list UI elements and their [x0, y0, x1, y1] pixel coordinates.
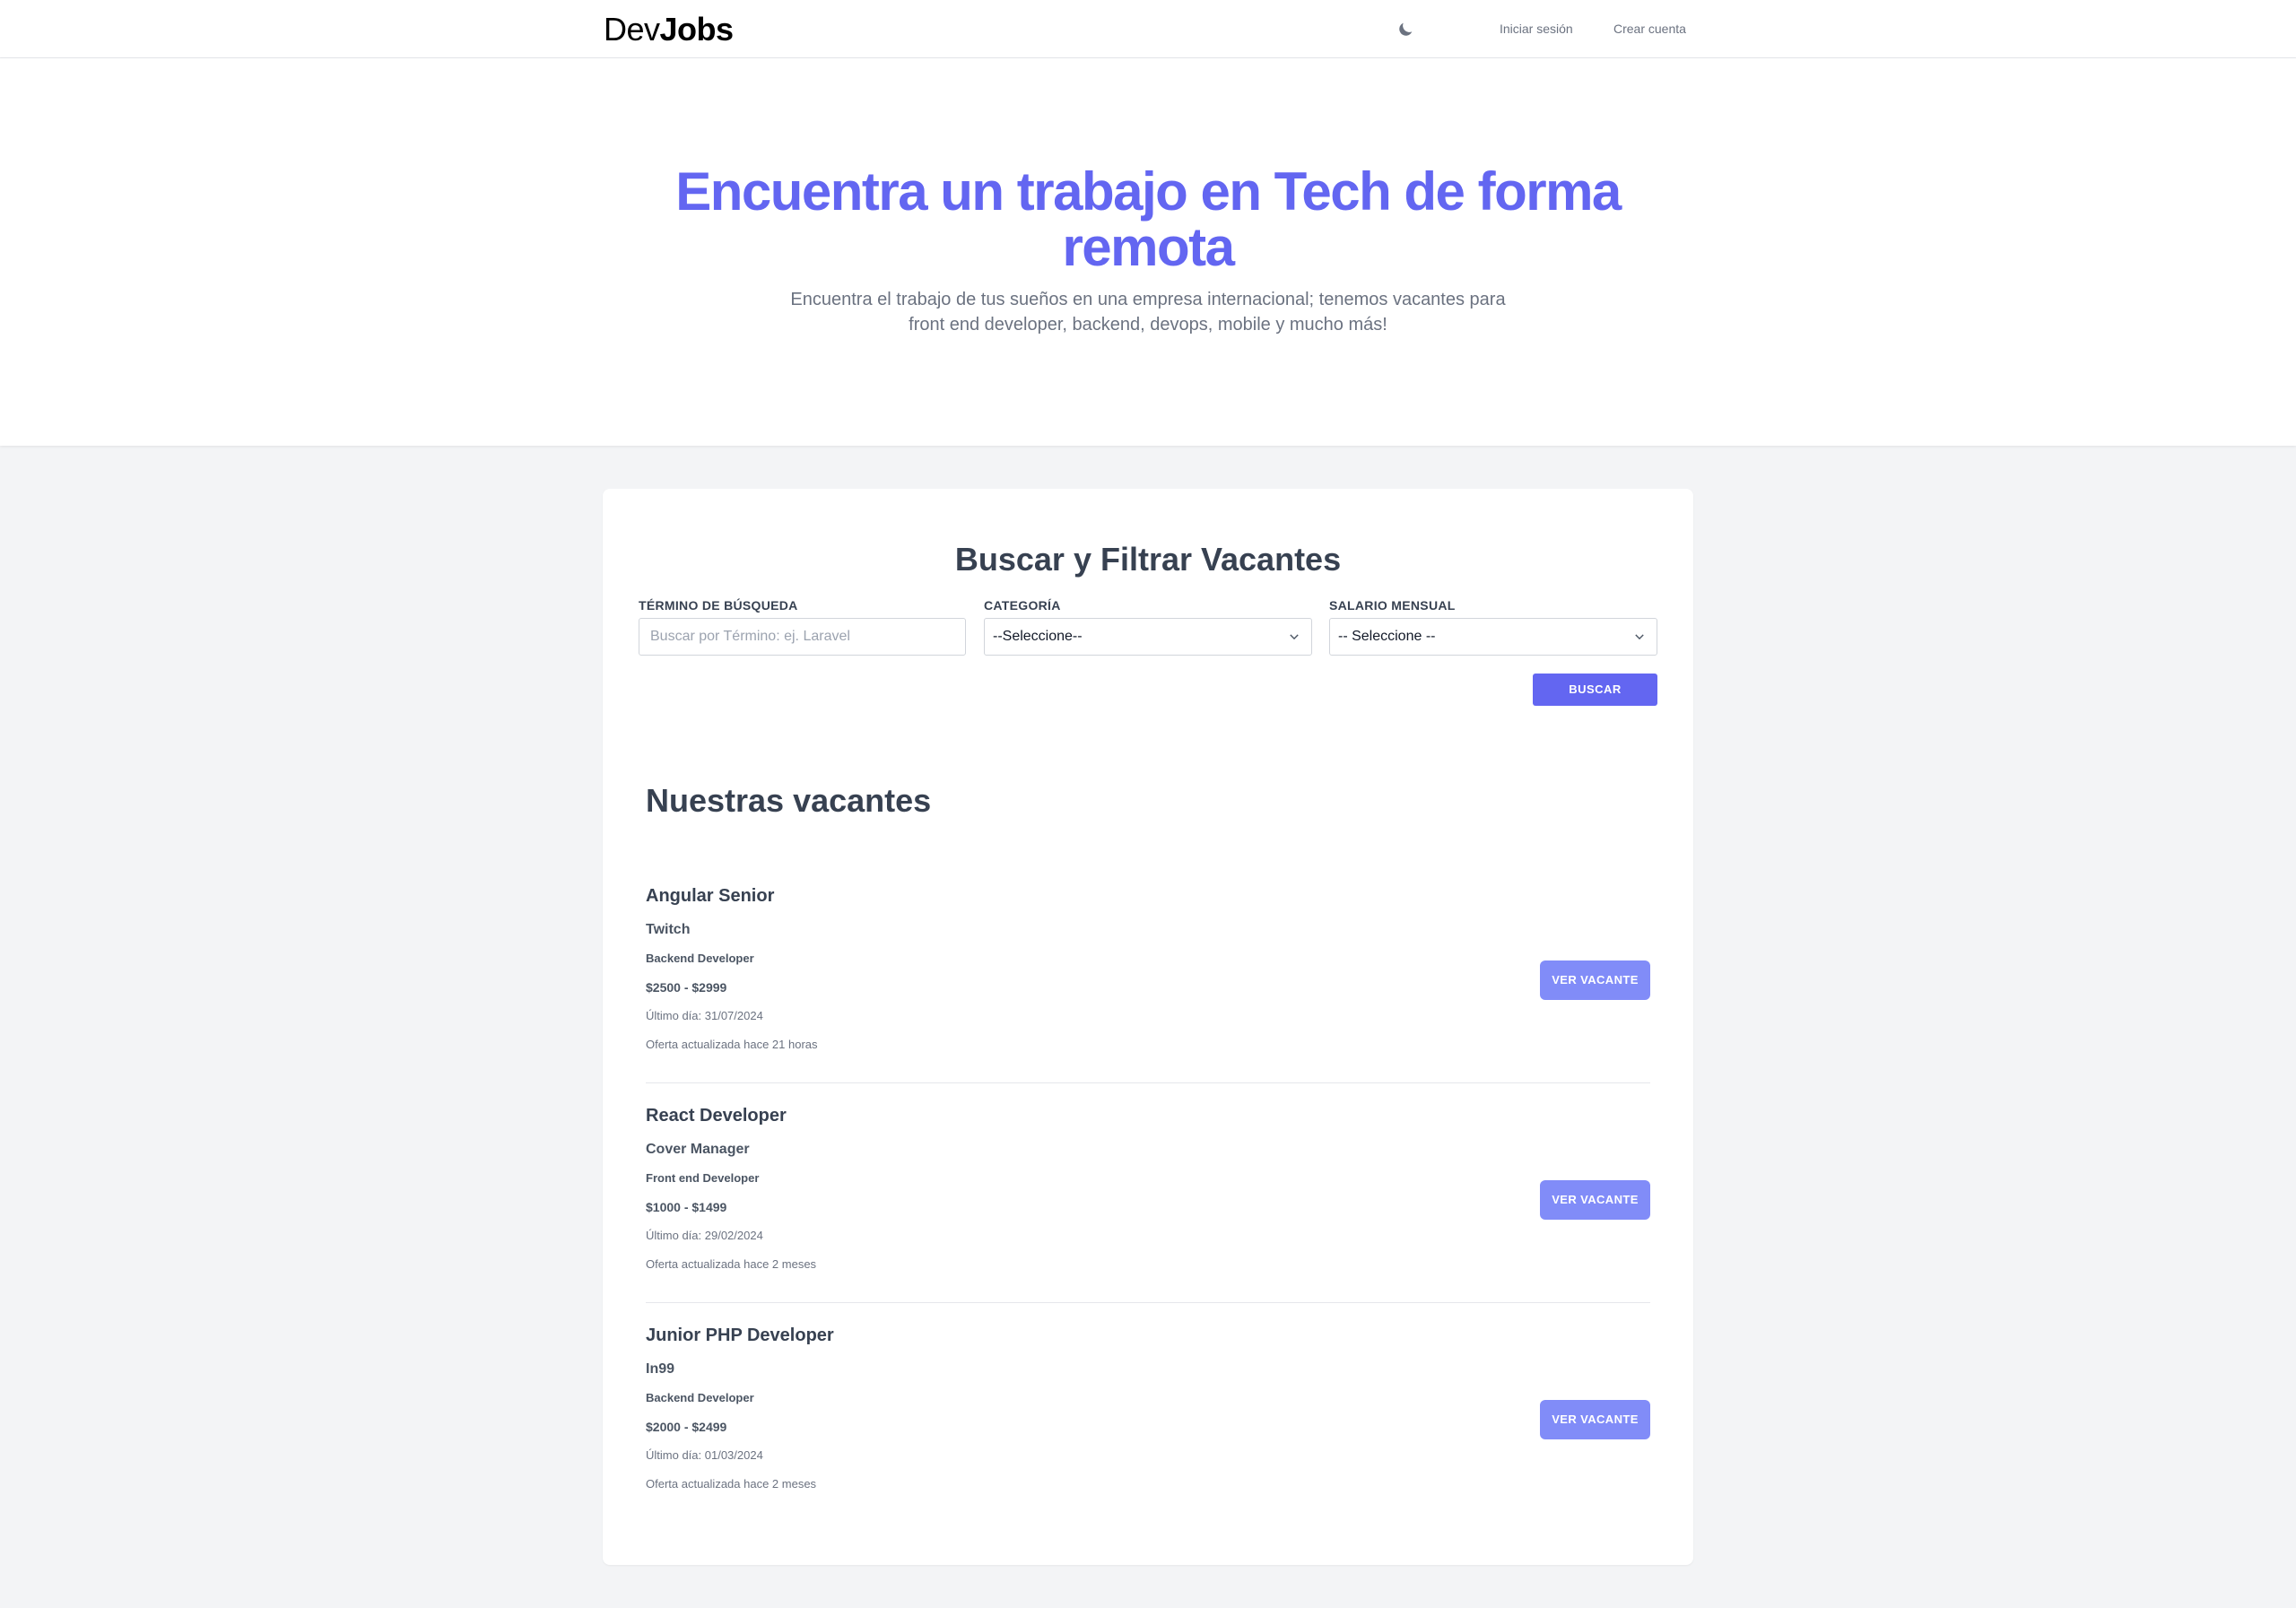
job-last-day: Último día: 31/07/2024 — [646, 1009, 763, 1022]
job-updated: Oferta actualizada hace 21 horas — [646, 1038, 818, 1051]
moon-icon[interactable] — [1396, 20, 1415, 39]
top-navbar: DevJobs Iniciar sesión Crear cuenta — [0, 0, 2296, 58]
job-last-day: Último día: 01/03/2024 — [646, 1448, 763, 1462]
search-term-label: Término de búsqueda — [639, 598, 798, 613]
job-salary: $2500 - $2999 — [646, 980, 727, 995]
logo-light-text: Dev — [604, 11, 660, 48]
devjobs-logo[interactable]: DevJobs — [604, 11, 734, 48]
search-title: Buscar y Filtrar Vacantes — [954, 541, 1342, 578]
register-link[interactable]: Crear cuenta — [1613, 22, 1686, 36]
view-vacancy-button[interactable]: Ver vacante — [1540, 1180, 1650, 1220]
category-label: Categoría — [984, 598, 1061, 613]
vacancies-section-title: Nuestras vacantes — [646, 782, 932, 819]
job-salary: $1000 - $1499 — [646, 1200, 727, 1214]
category-selected-value: --Seleccione-- — [993, 629, 1083, 644]
logo-bold-text: Jobs — [659, 11, 735, 48]
job-category: Front end Developer — [646, 1171, 760, 1185]
job-category: Backend Developer — [646, 952, 754, 965]
job-company: Cover Manager — [646, 1142, 750, 1157]
search-term-input[interactable]: Buscar por Término: ej. Laravel — [639, 618, 966, 656]
login-link[interactable]: Iniciar sesión — [1500, 22, 1573, 36]
job-last-day: Último día: 29/02/2024 — [646, 1229, 763, 1242]
vacancies-card: Buscar y Filtrar Vacantes Término de bús… — [603, 489, 1693, 1565]
view-vacancy-button[interactable]: Ver vacante — [1540, 1400, 1650, 1439]
chevron-down-icon — [1290, 634, 1299, 640]
job-salary: $2000 - $2499 — [646, 1420, 727, 1434]
hero-section: Encuentra un trabajo en Tech de forma re… — [0, 58, 2296, 446]
chevron-down-icon — [1635, 634, 1644, 640]
job-title[interactable]: React Developer — [646, 1106, 787, 1126]
job-updated: Oferta actualizada hace 2 meses — [646, 1477, 817, 1491]
job-listing: Angular Senior Twitch Backend Developer … — [646, 864, 1650, 1083]
job-company: In99 — [646, 1361, 675, 1377]
job-category: Backend Developer — [646, 1391, 754, 1404]
salary-selected-value: -- Seleccione -- — [1338, 629, 1436, 644]
job-title[interactable]: Angular Senior — [646, 886, 774, 907]
salary-label: Salario Mensual — [1329, 598, 1456, 613]
job-company: Twitch — [646, 922, 691, 937]
job-title[interactable]: Junior PHP Developer — [646, 1326, 834, 1346]
category-select[interactable]: --Seleccione-- — [984, 618, 1312, 656]
search-button[interactable]: Buscar — [1533, 674, 1657, 706]
salary-select[interactable]: -- Seleccione -- — [1329, 618, 1657, 656]
job-listing: Junior PHP Developer In99 Backend Develo… — [646, 1303, 1650, 1523]
job-listing: React Developer Cover Manager Front end … — [646, 1083, 1650, 1303]
search-term-placeholder: Buscar por Término: ej. Laravel — [650, 629, 850, 644]
job-updated: Oferta actualizada hace 2 meses — [646, 1257, 817, 1271]
hero-title: Encuentra un trabajo en Tech de forma re… — [675, 161, 1622, 277]
view-vacancy-button[interactable]: Ver vacante — [1540, 960, 1650, 1000]
hero-subtitle: Encuentra el trabajo de tus sueños en un… — [790, 290, 1506, 335]
